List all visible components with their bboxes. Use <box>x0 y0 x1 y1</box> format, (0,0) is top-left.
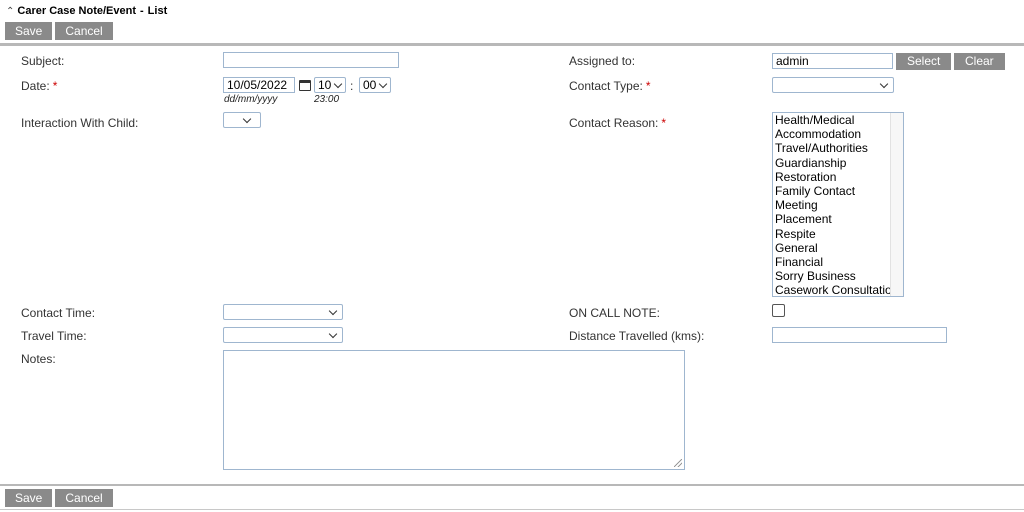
hour-select[interactable]: 10 <box>314 77 346 93</box>
travel-time-select[interactable] <box>223 327 343 343</box>
contact-time-select[interactable] <box>223 304 343 320</box>
notes-textarea[interactable] <box>223 350 685 470</box>
listbox-scrollbar[interactable] <box>890 113 903 296</box>
top-button-bar: Save Cancel <box>5 22 113 40</box>
page-header: ⌃ Carer Case Note/Event - List <box>6 4 167 18</box>
resize-handle-icon[interactable] <box>674 459 682 467</box>
list-item[interactable]: Guardianship <box>773 156 903 170</box>
on-call-note-checkbox[interactable] <box>772 304 785 317</box>
subject-label: Subject: <box>21 54 65 68</box>
chevron-double-up-icon[interactable]: ⌃ <box>6 6 14 17</box>
chevron-down-icon <box>242 114 252 124</box>
list-item[interactable]: General <box>773 241 903 255</box>
chevron-down-icon <box>328 329 338 339</box>
subject-input[interactable] <box>223 52 399 68</box>
top-divider <box>0 43 1024 46</box>
footer-divider <box>0 509 1024 510</box>
contact-reason-listbox[interactable]: Health/Medical Accommodation Travel/Auth… <box>772 112 904 297</box>
on-call-note-label: ON CALL NOTE: <box>569 306 660 320</box>
contact-time-label: Contact Time: <box>21 306 96 320</box>
distance-travelled-input[interactable] <box>772 327 947 343</box>
cancel-button[interactable]: Cancel <box>55 489 113 507</box>
save-button[interactable]: Save <box>5 22 53 40</box>
list-item[interactable]: Meeting <box>773 198 903 212</box>
list-item[interactable]: Casework Consultation <box>773 283 903 296</box>
list-item[interactable]: Respite <box>773 227 903 241</box>
bottom-button-bar: Save Cancel <box>5 489 113 507</box>
chevron-down-icon <box>879 79 889 89</box>
chevron-down-icon <box>328 306 338 316</box>
save-button[interactable]: Save <box>5 489 53 507</box>
notes-label: Notes: <box>21 352 56 366</box>
bottom-divider <box>0 484 1024 486</box>
required-marker: * <box>52 79 58 93</box>
list-item[interactable]: Sorry Business <box>773 269 903 283</box>
interaction-with-child-label: Interaction With Child: <box>21 116 139 130</box>
cancel-button[interactable]: Cancel <box>55 22 113 40</box>
time-format-hint: 23:00 <box>314 94 340 105</box>
list-item[interactable]: Restoration <box>773 170 903 184</box>
date-format-hint: dd/mm/yyyy <box>224 94 278 105</box>
assigned-clear-button[interactable]: Clear <box>954 53 1005 70</box>
list-item[interactable]: Family Contact <box>773 184 903 198</box>
list-item[interactable]: Accommodation <box>773 127 903 141</box>
required-marker: * <box>661 116 667 130</box>
travel-time-label: Travel Time: <box>21 329 87 343</box>
title-separator: - <box>140 5 144 17</box>
minute-select[interactable]: 00 <box>359 77 391 93</box>
list-item[interactable]: Travel/Authorities <box>773 141 903 155</box>
minute-value: 00 <box>363 78 377 92</box>
calendar-icon[interactable] <box>299 80 311 91</box>
assigned-to-input[interactable] <box>772 53 893 69</box>
contact-type-label: Contact Type: * <box>569 79 651 93</box>
list-item[interactable]: Placement <box>773 212 903 226</box>
contact-type-select[interactable] <box>772 77 894 93</box>
list-item[interactable]: Financial <box>773 255 903 269</box>
time-colon: : <box>350 79 354 93</box>
required-marker: * <box>645 79 651 93</box>
assigned-select-button[interactable]: Select <box>896 53 952 70</box>
hour-value: 10 <box>318 78 332 92</box>
date-input[interactable] <box>223 77 295 93</box>
list-link[interactable]: List <box>148 5 168 17</box>
assigned-to-label: Assigned to: <box>569 54 636 68</box>
contact-reason-label: Contact Reason: * <box>569 116 667 130</box>
chevron-down-icon <box>333 79 343 89</box>
chevron-down-icon <box>378 79 388 89</box>
interaction-with-child-select[interactable] <box>223 112 261 128</box>
list-item[interactable]: Health/Medical <box>773 113 903 127</box>
date-label: Date: * <box>21 79 58 93</box>
distance-travelled-label: Distance Travelled (kms): <box>569 329 705 343</box>
page-title: Carer Case Note/Event <box>17 5 136 17</box>
